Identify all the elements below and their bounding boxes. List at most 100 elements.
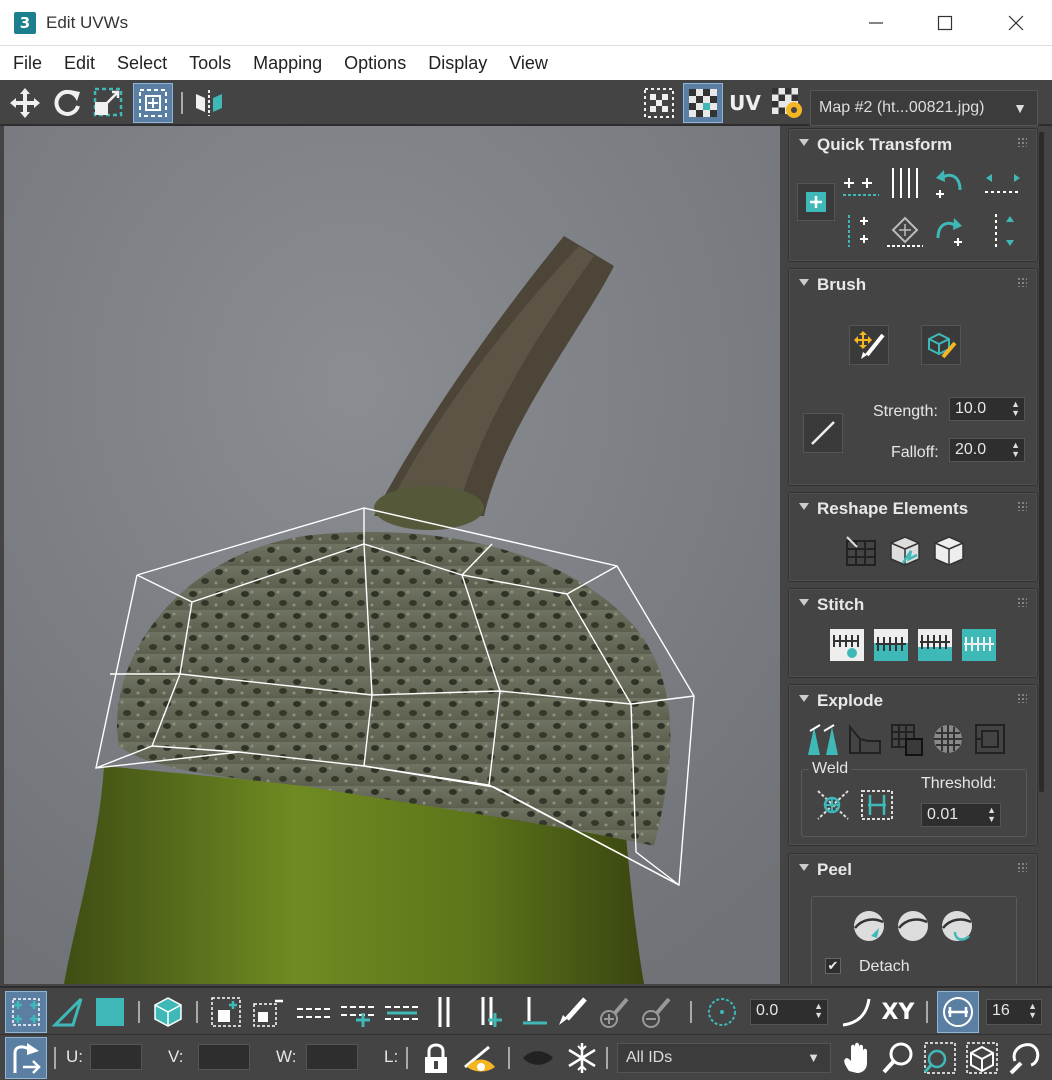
space-horizontal-button[interactable]: [885, 211, 925, 251]
pan-button[interactable]: [836, 1038, 876, 1078]
quick-transform-title[interactable]: Quick Transform: [817, 135, 952, 155]
filter-selection-button[interactable]: [518, 1038, 558, 1078]
align-left-button[interactable]: [983, 163, 1023, 203]
grip-icon[interactable]: [1017, 137, 1027, 147]
add-pivot-button[interactable]: [797, 183, 835, 221]
polygon-mode-button[interactable]: [90, 992, 130, 1032]
paint-select-shrink-button[interactable]: [636, 992, 676, 1032]
paint-select-grow-button[interactable]: [594, 992, 634, 1032]
zoom-extents-button[interactable]: [962, 1038, 1002, 1078]
zoom-to-selection-button[interactable]: [1006, 1038, 1046, 1078]
spinner-arrows-icon[interactable]: ▲ ▼: [1011, 441, 1020, 459]
zoom-button[interactable]: [878, 1038, 918, 1078]
uv-button[interactable]: UV: [726, 84, 764, 122]
menu-tools[interactable]: Tools: [178, 46, 242, 80]
brush-title[interactable]: Brush: [817, 275, 866, 295]
menu-options[interactable]: Options: [333, 46, 417, 80]
u-coordinate-field[interactable]: [90, 1044, 142, 1070]
w-coordinate-field[interactable]: [306, 1044, 358, 1070]
straighten-selection-button[interactable]: [841, 531, 881, 571]
collapse-triangle-icon[interactable]: [799, 864, 809, 871]
lock-selection-button[interactable]: [416, 1038, 456, 1078]
grip-icon[interactable]: [1017, 597, 1027, 607]
collapse-triangle-icon[interactable]: [799, 599, 809, 606]
minimize-button[interactable]: [856, 8, 896, 38]
quick-peel-button[interactable]: [849, 906, 889, 946]
rotate-cw-button[interactable]: [929, 211, 969, 251]
collapse-triangle-icon[interactable]: [799, 279, 809, 286]
rotate-ccw-button[interactable]: [929, 163, 969, 203]
grid-size-spinner[interactable]: 16 ▲ ▼: [986, 999, 1042, 1025]
brush-falloff-type-button[interactable]: [803, 413, 843, 453]
material-id-dropdown[interactable]: All IDs ▼: [617, 1043, 831, 1073]
peel-mode-button[interactable]: [893, 906, 933, 946]
loop-shrink-button[interactable]: [382, 992, 422, 1032]
vertex-mode-button[interactable]: [5, 991, 47, 1033]
panel-scrollbar[interactable]: [1039, 132, 1044, 792]
stitch-custom-button[interactable]: [827, 625, 867, 665]
align-horizontal-button[interactable]: [841, 163, 881, 203]
explode-title[interactable]: Explode: [817, 691, 883, 711]
grow-selection-button[interactable]: [206, 992, 246, 1032]
ring-shrink-button[interactable]: [514, 992, 554, 1032]
stitch-title[interactable]: Stitch: [817, 595, 864, 615]
grip-icon[interactable]: [1017, 862, 1027, 872]
menu-select[interactable]: Select: [106, 46, 178, 80]
flatten-by-smoothing-button[interactable]: [971, 719, 1011, 759]
collapse-triangle-icon[interactable]: [799, 695, 809, 702]
show-map-button[interactable]: [640, 84, 678, 122]
menu-file[interactable]: File: [2, 46, 53, 80]
xy-space-button[interactable]: XY: [878, 992, 918, 1032]
reshape-elements-title[interactable]: Reshape Elements: [817, 499, 968, 519]
ring-grow-button[interactable]: [470, 992, 510, 1032]
v-coordinate-field[interactable]: [198, 1044, 250, 1070]
relax-button[interactable]: [885, 531, 925, 571]
map-settings-button[interactable]: [768, 84, 806, 122]
spinner-arrows-icon[interactable]: ▲ ▼: [1028, 1002, 1037, 1020]
menu-display[interactable]: Display: [417, 46, 498, 80]
mirror-button[interactable]: [190, 84, 228, 122]
align-bottom-button[interactable]: [983, 211, 1023, 251]
grip-icon[interactable]: [1017, 501, 1027, 511]
paint-move-button[interactable]: [849, 325, 889, 365]
freeze-button[interactable]: [562, 1038, 602, 1078]
scale-button[interactable]: [90, 84, 128, 122]
flatten-by-material-button[interactable]: [929, 719, 969, 759]
peel-title[interactable]: Peel: [817, 860, 852, 880]
falloff-curve-button[interactable]: [836, 992, 876, 1032]
uv-editor-viewport[interactable]: [4, 126, 780, 984]
flatten-by-angle-button[interactable]: [845, 719, 885, 759]
flatten-by-polygon-button[interactable]: [887, 719, 927, 759]
absolute-offset-button[interactable]: [5, 1037, 47, 1079]
checker-pattern-button[interactable]: [683, 83, 723, 123]
collapse-triangle-icon[interactable]: [799, 139, 809, 146]
grip-icon[interactable]: [1017, 693, 1027, 703]
weld-target-button[interactable]: [813, 785, 853, 825]
maximize-button[interactable]: [925, 8, 965, 38]
space-vertical-button[interactable]: [885, 163, 925, 203]
falloff-spinner[interactable]: 20.0 ▲ ▼: [949, 438, 1025, 462]
close-button[interactable]: [996, 8, 1036, 38]
reset-peel-button[interactable]: [937, 906, 977, 946]
rotate-button[interactable]: [48, 84, 86, 122]
spinner-arrows-icon[interactable]: ▲ ▼: [987, 806, 996, 824]
menu-mapping[interactable]: Mapping: [242, 46, 333, 80]
edge-mode-button[interactable]: [48, 992, 88, 1032]
paint-relax-button[interactable]: [921, 325, 961, 365]
weld-selected-button[interactable]: [857, 785, 897, 825]
soft-selection-button[interactable]: [702, 992, 742, 1032]
shrink-selection-button[interactable]: [248, 992, 288, 1032]
strength-spinner[interactable]: 10.0 ▲ ▼: [949, 397, 1025, 421]
zoom-region-button[interactable]: [920, 1038, 960, 1078]
threshold-spinner[interactable]: 0.01 ▲ ▼: [921, 803, 1001, 827]
align-vertical-button[interactable]: [841, 211, 881, 251]
spinner-arrows-icon[interactable]: ▲ ▼: [814, 1002, 823, 1020]
map-dropdown[interactable]: Map #2 (ht...00821.jpg) ▼: [810, 90, 1038, 126]
paint-select-button[interactable]: [552, 992, 592, 1032]
stitch-to-source-button[interactable]: [959, 625, 999, 665]
spinner-arrows-icon[interactable]: ▲ ▼: [1011, 400, 1020, 418]
menu-view[interactable]: View: [498, 46, 559, 80]
hide-unselected-button[interactable]: [460, 1038, 500, 1078]
stitch-average-button[interactable]: [915, 625, 955, 665]
ring-select-button[interactable]: [424, 992, 464, 1032]
